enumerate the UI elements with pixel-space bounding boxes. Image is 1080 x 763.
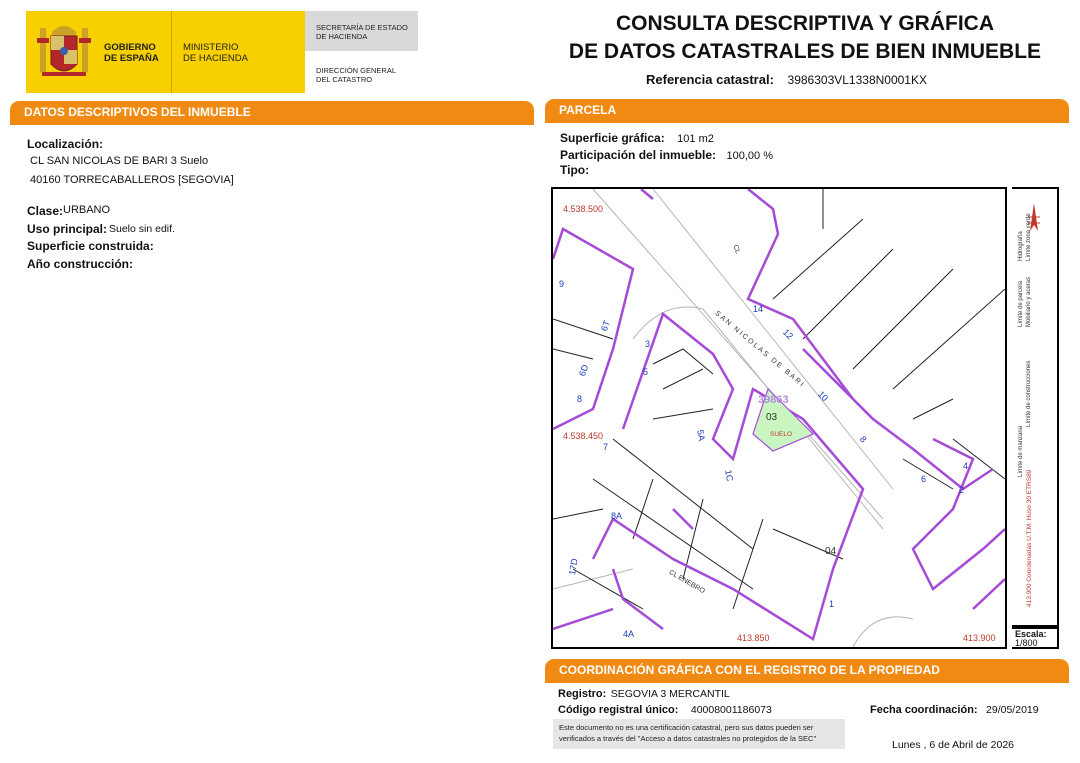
address-line2: 40160 TORRECABALLEROS [SEGOVIA] [30,174,234,186]
house-number: 4 [963,461,969,471]
datos-band: DATOS DESCRIPTIVOS DEL INMUEBLE [10,101,534,123]
house-number: 3 [645,339,651,349]
codigo-label: Código registral único: [558,704,679,716]
parcel-kind-label: SUELO [770,431,793,438]
localizacion-label: Localización: [27,137,104,151]
house-number: 9 [559,279,565,289]
house-number: 8 [577,394,583,404]
scale-value: 1/800 [1015,638,1038,648]
fecha-value: 29/05/2019 [986,704,1039,716]
coat-of-arms-icon [34,18,94,86]
document-date: Lunes , 6 de Abril de 2026 [892,739,1015,751]
page-title-line2: DE DATOS CATASTRALES DE BIEN INMUEBLE [568,40,1042,63]
house-number: 1 [829,599,835,609]
house-number: 5A [695,429,707,442]
participacion-label: Participación del inmueble: [560,148,717,162]
house-number: 5 [643,367,649,377]
cadastral-map[interactable]: 4.538.500 4.538.450 413.850 413.900 3986… [551,187,1007,649]
clase-value: URBANO [63,204,111,216]
legend-item: Límite de parcela [1018,280,1024,327]
superficie-construida-label: Superficie construida: [27,239,154,253]
house-number: 2 [959,485,965,495]
parcela-band-line [545,121,1069,123]
address-line1: CL SAN NICOLAS DE BARI 3 Suelo [30,155,209,167]
coordinacion-band-line [545,681,1069,683]
ministerio-label: MINISTERIO DE HACIENDA [183,42,248,64]
coord-y-mid: 4.538.450 [563,431,604,441]
uso-value: Suelo sin edif. [109,223,175,235]
coord-x-right: 413.900 [963,633,996,643]
tipo-label: Tipo: [560,163,590,177]
legend-item: Hidrografía [1018,231,1024,261]
parcela-band: PARCELA [545,99,1069,121]
parcel-number-label: 03 [766,412,778,423]
anio-construccion-label: Año construcción: [27,257,134,271]
house-number: 04 [825,546,837,557]
coord-x-left: 413.850 [737,633,770,643]
coordinacion-band: COORDINACIÓN GRÁFICA CON EL REGISTRO DE … [545,659,1069,681]
legend-item: Límite zona verde [1026,213,1032,261]
legend-coordinates: 413.900 Coordenadas U.T.M. Huso 30 ETRS8… [1026,469,1033,607]
secretaria-label: SECRETARÍA DE ESTADO DE HACIENDA [316,23,408,41]
superficie-grafica-label: Superficie gráfica: [560,131,665,145]
street-edges [553,189,914,647]
house-number: 1C [723,469,735,483]
house-number: 8A [611,511,623,521]
house-number: 7 [603,442,609,452]
map-legend: Límite de manzana Límite de parcela Lími… [1012,187,1059,627]
disclaimer-note: Este documento no es una certificación c… [553,719,845,749]
datos-band-line [10,123,534,125]
uso-label: Uso principal: [27,222,108,236]
codigo-value: 40008001186073 [690,704,772,716]
logo-divider [171,11,172,93]
ref-row: Referencia catastral: 3986303VL1338N0001… [646,72,927,87]
house-number: 6 [921,474,927,484]
parcel-ref-label: 39863 [758,394,789,406]
codigo-row: Código registral único: 40008001186073 [558,700,772,718]
coord-y-top: 4.538.500 [563,204,604,214]
direccion-label: DIRECCIÓN GENERAL DEL CATASTRO [316,66,397,84]
legend-item: Límite de construcciones [1026,360,1032,427]
participacion-value: 100,00 % [726,150,773,162]
fecha-row: Fecha coordinación: 29/05/2019 [870,700,1039,718]
ref-value: 3986303VL1338N0001KX [787,73,927,87]
legend-item: Mobiliario y aceras [1026,276,1032,327]
house-number: 4A [623,629,635,639]
participacion-row: Participación del inmueble: 100,00 % [560,146,773,164]
ref-label: Referencia catastral: [646,72,774,87]
house-number: 14 [753,304,764,314]
superficie-grafica-row: Superficie gráfica: 101 m2 [560,129,714,147]
page-title-line1: CONSULTA DESCRIPTIVA Y GRÁFICA [615,12,995,35]
registro-value: SEGOVIA 3 MERCANTIL [610,688,730,700]
legend-item: Límite de manzana [1018,425,1024,477]
gobierno-label: GOBIERNO DE ESPAÑA [104,42,159,64]
clase-label: Clase: [27,204,64,218]
scale-box: Escala: 1/800 [1012,627,1059,649]
superficie-grafica-value: 101 m2 [677,133,714,145]
registro-label: Registro: [558,688,607,700]
fecha-label: Fecha coordinación: [870,704,978,716]
